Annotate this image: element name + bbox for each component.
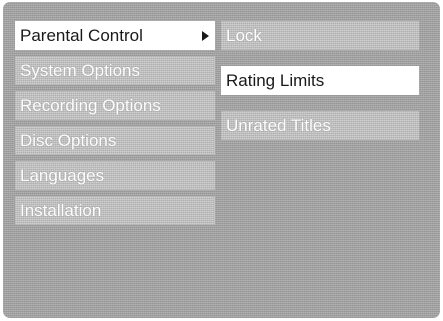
menu-item-languages[interactable]: Languages bbox=[15, 161, 215, 190]
submenu-item-lock[interactable]: Lock bbox=[221, 21, 419, 50]
submenu-item-label: Unrated Titles bbox=[226, 116, 331, 135]
submenu-item-rating-limits[interactable]: Rating Limits bbox=[221, 66, 419, 95]
menu-item-label: System Options bbox=[20, 61, 140, 80]
menu-item-recording-options[interactable]: Recording Options bbox=[15, 91, 215, 120]
submenu-item-unrated-titles[interactable]: Unrated Titles bbox=[221, 111, 419, 140]
menu-item-label: Installation bbox=[20, 201, 102, 220]
menu-item-system-options[interactable]: System Options bbox=[15, 56, 215, 85]
menu-item-installation[interactable]: Installation bbox=[15, 196, 215, 225]
menu-item-parental-control[interactable]: Parental Control bbox=[15, 21, 215, 50]
submenu-item-label: Lock bbox=[226, 26, 262, 45]
menu-item-disc-options[interactable]: Disc Options bbox=[15, 126, 215, 155]
submenu-item-label: Rating Limits bbox=[226, 71, 325, 90]
menu-item-label: Parental Control bbox=[20, 26, 143, 45]
submenu-arrow-icon bbox=[202, 31, 209, 41]
osd-menu-screen: Parental Control System Options Recordin… bbox=[3, 2, 440, 318]
menu-item-label: Disc Options bbox=[20, 131, 117, 150]
menu-item-label: Languages bbox=[20, 166, 105, 185]
menu-item-label: Recording Options bbox=[20, 96, 161, 115]
